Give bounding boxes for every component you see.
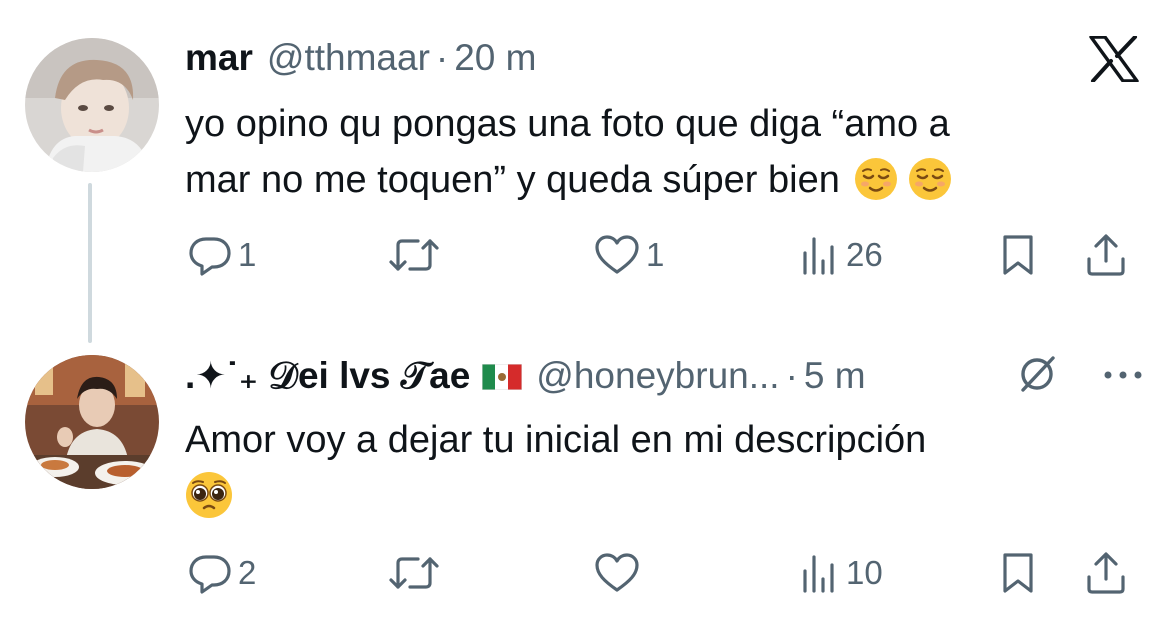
retweet-icon	[388, 233, 440, 277]
tweet-text: Amor voy a dejar tu inicial en mi descri…	[185, 412, 926, 524]
view-count: 26	[846, 236, 883, 273]
view-count: 10	[846, 554, 883, 591]
retweet-button[interactable]	[388, 230, 446, 280]
avatar[interactable]	[25, 38, 159, 172]
like-count: 1	[646, 236, 665, 273]
like-icon	[594, 551, 640, 595]
reply-button[interactable]: 2	[188, 548, 256, 598]
share-button[interactable]	[1084, 230, 1128, 280]
views-button[interactable]: 26	[800, 230, 883, 280]
timestamp[interactable]: 5 m	[804, 354, 866, 398]
grok-slash-icon[interactable]	[1015, 352, 1059, 401]
like-button[interactable]	[594, 548, 646, 598]
separator-dot: ·	[785, 355, 798, 396]
mexico-flag-emoji	[482, 364, 523, 390]
reply-button[interactable]: 1	[188, 230, 256, 280]
reply-count: 2	[238, 554, 257, 591]
tweet-text-fragment: mar no me toquen” y queda súper bien	[185, 159, 840, 201]
like-icon	[594, 233, 640, 277]
reply-icon	[188, 551, 232, 595]
views-icon	[800, 551, 840, 595]
bookmark-icon	[998, 551, 1038, 595]
bookmark-button[interactable]	[998, 548, 1038, 598]
tweet-text-line: Amor voy a dejar tu inicial en mi descri…	[185, 419, 927, 461]
retweet-button[interactable]	[388, 548, 446, 598]
bookmark-button[interactable]	[998, 230, 1038, 280]
separator-dot: ·	[435, 37, 449, 78]
display-name[interactable]: mar	[185, 36, 253, 80]
like-button[interactable]: 1	[594, 230, 664, 280]
tweet-text-line	[185, 468, 926, 524]
thread-connector-line	[88, 183, 92, 343]
tweet-text-line: yo opino qu pongas una foto que diga “am…	[185, 103, 950, 145]
reply-icon	[188, 233, 232, 277]
bookmark-icon	[998, 233, 1038, 277]
relieved-face-emoji	[908, 157, 952, 201]
avatar[interactable]	[25, 355, 159, 489]
user-handle[interactable]: @honeybrun...	[536, 354, 779, 398]
share-icon	[1084, 551, 1128, 595]
tweet-actions: 2 10	[188, 548, 1138, 598]
timestamp[interactable]: 20 m	[454, 36, 536, 80]
reply-count: 1	[238, 236, 257, 273]
tweet-text-line: mar no me toquen” y queda súper bien	[185, 152, 952, 208]
user-handle[interactable]: @tthmaar	[267, 36, 430, 80]
tweet-top-icons	[1015, 352, 1143, 401]
retweet-icon	[388, 551, 440, 595]
x-logo-icon	[1089, 35, 1139, 83]
tweet-header: .✦˙₊ 𝒟ei lvs 𝒯ae @honeybrun... · 5 m	[185, 354, 866, 398]
tweet-text: yo opino qu pongas una foto que diga “am…	[185, 96, 952, 208]
share-icon	[1084, 233, 1128, 277]
share-button[interactable]	[1084, 548, 1128, 598]
pleading-face-emoji	[185, 471, 233, 519]
more-icon[interactable]	[1103, 368, 1143, 386]
relieved-face-emoji	[854, 157, 898, 201]
tweet-header: mar @tthmaar · 20 m	[185, 36, 536, 80]
tweet-thread: mar @tthmaar · 20 m yo opino qu pongas u…	[0, 0, 1170, 639]
views-icon	[800, 233, 840, 277]
display-name[interactable]: .✦˙₊ 𝒟ei lvs 𝒯ae	[185, 354, 470, 398]
views-button[interactable]: 10	[800, 548, 883, 598]
tweet-actions: 1 1 26	[188, 230, 1138, 280]
